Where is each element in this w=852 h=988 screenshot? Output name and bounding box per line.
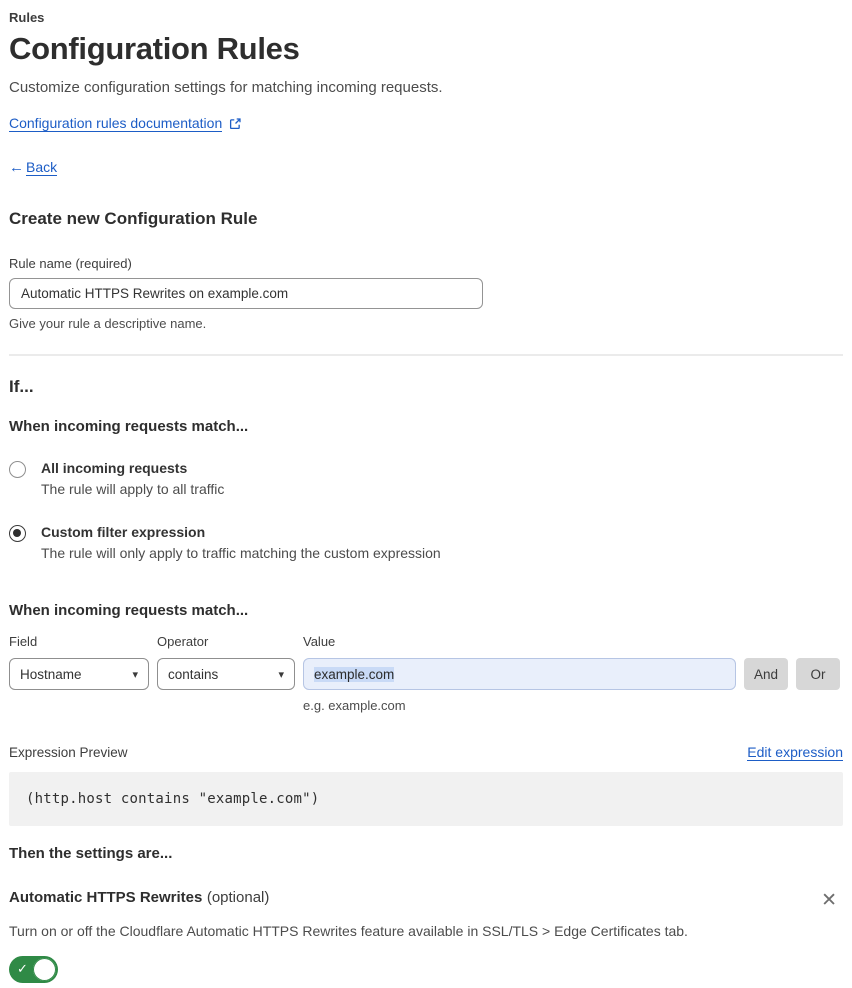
expression-preview-label: Expression Preview [9,745,128,760]
value-column-label: Value [303,634,336,649]
field-column-label: Field [9,634,38,649]
radio-label: Custom filter expression [41,524,206,540]
value-input[interactable]: example.com [303,658,736,690]
page-subtitle: Customize configuration settings for mat… [9,79,443,96]
radio-label: All incoming requests [41,460,188,476]
operator-column-label: Operator [157,634,209,649]
radio-button-icon[interactable] [9,461,26,478]
field-select[interactable]: Hostname ▾ [9,658,149,690]
setting-title: Automatic HTTPS Rewrites [9,889,203,906]
and-button[interactable]: And [744,658,788,690]
documentation-link[interactable]: Configuration rules documentation [9,115,223,132]
radio-button-icon[interactable] [9,525,26,542]
operator-select[interactable]: contains ▾ [157,658,295,690]
setting-description: Turn on or off the Cloudflare Automatic … [9,923,688,939]
page-title: Configuration Rules [9,31,300,66]
documentation-link-row: Configuration rules documentation [9,115,843,132]
create-rule-heading: Create new Configuration Rule [9,209,258,228]
rule-name-input[interactable] [9,278,483,309]
rule-name-label: Rule name (required) [9,256,132,271]
incoming-requests-match-heading: When incoming requests match... [9,418,249,435]
then-settings-heading: Then the settings are... [9,845,173,862]
field-select-value: Hostname [20,666,82,682]
back-link[interactable]: Back [26,159,58,176]
check-icon: ✓ [17,961,28,976]
back-arrow-icon: ← [9,159,24,176]
radio-option-all-incoming-requests[interactable]: All incoming requests The rule will appl… [9,460,843,497]
or-button[interactable]: Or [796,658,840,690]
match-type-radio-group: All incoming requests The rule will appl… [9,460,843,561]
radio-option-custom-filter-expression[interactable]: Custom filter expression The rule will o… [9,524,843,561]
automatic-https-rewrites-toggle[interactable]: ✓ [9,956,58,983]
toggle-knob [33,958,56,981]
expression-preview-code: (http.host contains "example.com") [9,772,843,826]
chevron-down-icon: ▾ [132,668,138,681]
chevron-down-icon: ▾ [278,668,284,681]
expression-builder-row: Field Operator Value Hostname ▾ contains… [9,634,843,713]
value-help-text: e.g. example.com [303,698,406,713]
expression-builder-heading: When incoming requests match... [9,602,249,619]
close-icon[interactable]: ✕ [817,889,841,912]
section-divider [9,354,843,356]
breadcrumb: Rules [9,10,45,25]
radio-description: The rule will apply to all traffic [41,481,225,497]
operator-select-value: contains [168,666,219,682]
value-input-text: example.com [314,666,395,682]
configuration-rules-page: Rules Configuration Rules Customize conf… [0,0,852,988]
expression-preview-row: Expression Preview Edit expression [9,744,843,761]
edit-expression-link[interactable]: Edit expression [747,744,843,761]
rule-name-help: Give your rule a descriptive name. [9,316,207,331]
if-heading: If... [9,377,34,396]
external-link-icon [229,117,242,130]
setting-card-header: Automatic HTTPS Rewrites (optional) ✕ [9,889,843,912]
radio-description: The rule will only apply to traffic matc… [41,545,441,561]
back-link-row: ← Back [9,159,843,176]
setting-optional-label: (optional) [206,889,270,906]
